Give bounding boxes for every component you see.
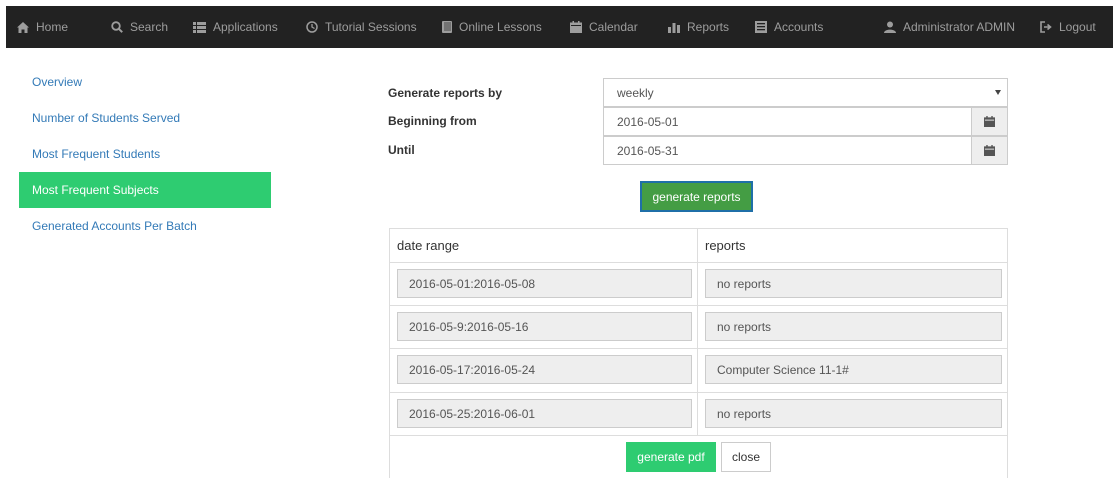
nav-online-lessons-label: Online Lessons [459, 20, 542, 34]
until-value: 2016-05-31 [617, 143, 679, 158]
row-divider [390, 348, 1007, 349]
chevron-down-icon [995, 90, 1001, 95]
row-1-reports: no reports [705, 269, 1002, 298]
row-divider [390, 435, 1007, 436]
sidebar-item-generated-accounts-per-batch[interactable]: Generated Accounts Per Batch [19, 208, 271, 244]
generate-by-select[interactable]: weekly [603, 78, 1008, 107]
close-button[interactable]: close [721, 442, 771, 472]
row-1-date-range: 2016-05-01:2016-05-08 [397, 269, 692, 298]
nav-accounts-label: Accounts [774, 20, 824, 34]
nav-logout[interactable]: Logout [1040, 6, 1096, 48]
row-4-reports: no reports [705, 399, 1002, 428]
column-divider [697, 229, 698, 436]
nav-applications[interactable]: Applications [193, 6, 278, 48]
until-calendar-button[interactable] [971, 137, 1007, 164]
nav-home-label: Home [36, 20, 69, 34]
row-4-date-range: 2016-05-25:2016-06-01 [397, 399, 692, 428]
bar-chart-icon [668, 23, 680, 33]
sidebar-item-label: Overview [32, 75, 83, 89]
nav-online-lessons[interactable]: Online Lessons [442, 6, 542, 48]
generate-by-value: weekly [617, 85, 654, 100]
nav-accounts[interactable]: Accounts [755, 6, 823, 48]
beginning-from-value: 2016-05-01 [617, 114, 679, 129]
nav-search[interactable]: Search [111, 6, 168, 48]
row-2-reports: no reports [705, 312, 1002, 341]
sidebar-item-label: Generated Accounts Per Batch [32, 219, 197, 233]
clock-icon [306, 21, 318, 33]
sidebar-item-label: Number of Students Served [32, 111, 181, 125]
generate-reports-button[interactable]: generate reports [640, 181, 753, 212]
book-icon [442, 21, 452, 33]
nav-calendar[interactable]: Calendar [570, 6, 638, 48]
grid-icon [755, 21, 767, 33]
calendar-icon [984, 145, 995, 156]
user-icon [884, 21, 896, 33]
sidebar-item-overview[interactable]: Overview [19, 64, 271, 100]
nav-applications-label: Applications [213, 20, 278, 34]
sidebar-item-most-frequent-subjects[interactable]: Most Frequent Subjects [19, 172, 271, 208]
nav-tutorial-sessions[interactable]: Tutorial Sessions [306, 6, 417, 48]
sidebar-item-label: Most Frequent Students [32, 147, 161, 161]
calendar-icon [984, 116, 995, 127]
nav-logout-label: Logout [1059, 20, 1096, 34]
row-3-reports: Computer Science 11-1# [705, 355, 1002, 384]
calendar-icon [570, 21, 582, 33]
nav-user[interactable]: Administrator ADMIN [884, 6, 1015, 48]
search-icon [111, 21, 123, 33]
sidebar-item-most-frequent-students[interactable]: Most Frequent Students [19, 136, 271, 172]
sidebar-item-label: Most Frequent Subjects [32, 183, 159, 197]
logout-icon [1040, 21, 1052, 33]
until-label: Until [388, 143, 415, 157]
home-icon [17, 21, 29, 33]
row-divider [390, 392, 1007, 393]
row-divider [390, 305, 1007, 306]
generate-pdf-button[interactable]: generate pdf [626, 442, 716, 472]
generate-by-label: Generate reports by [388, 86, 503, 100]
nav-home[interactable]: Home [17, 6, 68, 48]
nav-reports-label: Reports [687, 20, 730, 34]
row-3-date-range: 2016-05-17:2016-05-24 [397, 355, 692, 384]
header-date-range: date range [397, 238, 460, 253]
nav-reports[interactable]: Reports [668, 6, 729, 48]
top-navbar: Home Search Applications Tutorial Sessio… [6, 6, 1113, 48]
until-input[interactable]: 2016-05-31 [603, 136, 1008, 165]
row-divider [390, 262, 1007, 263]
nav-calendar-label: Calendar [589, 20, 638, 34]
sidebar: Overview Number of Students Served Most … [19, 64, 271, 244]
reports-table: date range reports 2016-05-01:2016-05-08… [389, 228, 1008, 478]
sidebar-item-number-of-students-served[interactable]: Number of Students Served [19, 100, 271, 136]
nav-user-label: Administrator ADMIN [903, 20, 1016, 34]
header-reports: reports [705, 238, 746, 253]
beginning-from-input[interactable]: 2016-05-01 [603, 107, 1008, 136]
list-icon [193, 21, 206, 33]
nav-tutorial-sessions-label: Tutorial Sessions [325, 20, 417, 34]
row-2-date-range: 2016-05-9:2016-05-16 [397, 312, 692, 341]
nav-search-label: Search [130, 20, 169, 34]
beginning-calendar-button[interactable] [971, 108, 1007, 135]
beginning-from-label: Beginning from [388, 114, 477, 128]
